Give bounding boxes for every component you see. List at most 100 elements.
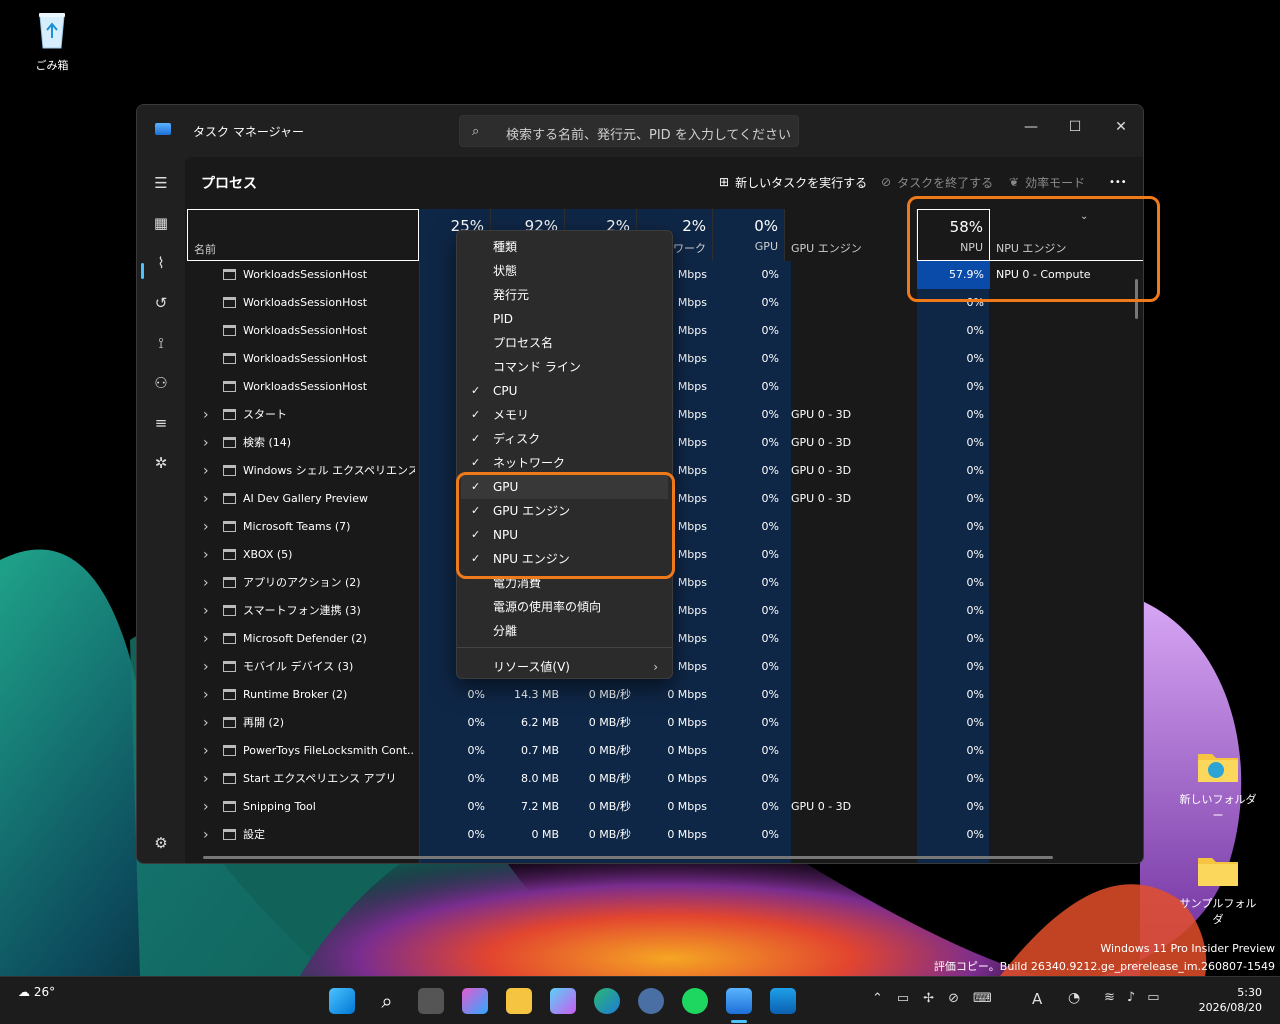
services-icon[interactable]: ✲ xyxy=(149,451,173,475)
process-icon xyxy=(223,493,236,504)
table-row[interactable]: › 設定 0% 0 MB 0 MB/秒 0 Mbps 0% 0% xyxy=(185,821,1143,849)
menu-item[interactable]: ✓ ディスク xyxy=(461,427,668,451)
process-name-cell: › Snipping Tool xyxy=(185,793,417,821)
details-icon[interactable]: ≡ xyxy=(149,411,173,435)
gpu-engine-cell xyxy=(785,261,917,289)
menu-item[interactable]: 種類 xyxy=(461,235,668,259)
watermark-line-2: 評価コピー。Build 26340.9212.ge_prerelease_im.… xyxy=(933,960,1275,973)
desktop-folder-2[interactable]: サンプルフォルダ xyxy=(1178,852,1258,927)
file-explorer-icon[interactable] xyxy=(506,988,532,1014)
npu-cell: 0% xyxy=(966,632,984,645)
menu-item[interactable]: 分離 xyxy=(461,619,668,643)
table-row[interactable]: › Start エクスペリエンス アプリ 0% 8.0 MB 0 MB/秒 0 Mbps 0… xyxy=(185,765,1143,793)
start-button-icon[interactable] xyxy=(329,988,355,1014)
menu-item-label: CPU xyxy=(493,384,518,398)
gpu-cell: 0% xyxy=(761,828,779,841)
expand-chevron-icon[interactable]: › xyxy=(203,513,209,541)
menu-item[interactable]: 発行元 xyxy=(461,283,668,307)
npu-cell: 0% xyxy=(966,800,984,813)
expand-chevron-icon[interactable]: › xyxy=(203,541,209,569)
submenu-arrow-icon: › xyxy=(653,660,658,674)
network-cell: 0 Mbps xyxy=(667,772,707,785)
disk-cell: 0 MB/秒 xyxy=(588,744,631,757)
run-new-task-button[interactable]: ⊞ 新しいタスクを実行する xyxy=(719,171,867,193)
expand-chevron-icon[interactable]: › xyxy=(203,401,209,429)
spotify-icon[interactable] xyxy=(682,988,708,1014)
minimize-button[interactable]: — xyxy=(1011,113,1051,141)
expand-chevron-icon[interactable]: › xyxy=(203,429,209,457)
npu-cell: 0% xyxy=(966,492,984,505)
expand-chevron-icon[interactable]: › xyxy=(203,457,209,485)
startup-apps-icon[interactable]: ⟟ xyxy=(149,331,173,355)
menu-item[interactable]: PID xyxy=(461,307,668,331)
expand-chevron-icon[interactable]: › xyxy=(203,597,209,625)
close-button[interactable]: ✕ xyxy=(1101,113,1141,141)
performance-icon[interactable]: ⌇ xyxy=(149,251,173,275)
expand-chevron-icon[interactable]: › xyxy=(203,793,209,821)
focus-icon[interactable]: ◔ xyxy=(1068,990,1080,1006)
title-bar[interactable]: タスク マネージャー ⌕ 検索する名前、発行元、PID を入力してください — … xyxy=(137,105,1143,157)
menu-item[interactable]: ✓ メモリ xyxy=(461,403,668,427)
m365-icon[interactable] xyxy=(462,988,488,1014)
desktop-folder-1[interactable]: 新しいフォルダー xyxy=(1178,748,1258,823)
expand-chevron-icon[interactable]: › xyxy=(203,821,209,849)
expand-chevron-icon[interactable]: › xyxy=(203,625,209,653)
processes-icon[interactable]: ▦ xyxy=(149,211,173,235)
column-header-gpu-engine[interactable]: GPU エンジン xyxy=(785,209,917,261)
task-view-icon[interactable] xyxy=(418,988,444,1014)
menu-item[interactable]: ✓ CPU xyxy=(461,379,668,403)
search-input[interactable]: ⌕ 検索する名前、発行元、PID を入力してください xyxy=(459,115,799,147)
gpu-cell: 0% xyxy=(761,436,779,449)
recycle-bin-icon[interactable]: ごみ箱 xyxy=(12,10,92,73)
ime-indicator[interactable]: A xyxy=(1032,990,1042,1008)
task-manager-app-icon xyxy=(155,123,171,135)
settings-app-icon[interactable] xyxy=(638,988,664,1014)
hamburger-menu-icon[interactable]: ☰ xyxy=(149,171,173,195)
network-volume-battery-icons[interactable]: ≋♪▭ xyxy=(1104,990,1171,1005)
gpu-header-label: GPU xyxy=(754,240,778,253)
expand-chevron-icon[interactable]: › xyxy=(203,765,209,793)
expand-chevron-icon[interactable]: › xyxy=(203,485,209,513)
menu-item[interactable]: リソース値(V) › xyxy=(461,655,668,679)
run-task-icon: ⊞ xyxy=(719,175,730,189)
table-row[interactable]: › 再開 (2) 0% 6.2 MB 0 MB/秒 0 Mbps 0% 0% xyxy=(185,709,1143,737)
menu-item[interactable]: プロセス名 xyxy=(461,331,668,355)
expand-chevron-icon[interactable]: › xyxy=(203,653,209,681)
menu-item[interactable]: 電源の使用率の傾向 xyxy=(461,595,668,619)
table-row[interactable]: › PowerToys FileLocksmith Cont... 0% 0.7 MB… xyxy=(185,737,1143,765)
end-task-button[interactable]: ⊘ タスクを終了する xyxy=(881,171,993,193)
app-history-icon[interactable]: ↺ xyxy=(149,291,173,315)
system-tray-icons[interactable]: ⌃▭✢⊘⌨ xyxy=(872,991,1006,1006)
memory-cell: 14.3 MB xyxy=(513,688,559,701)
weather-widget[interactable]: ☁ 26° xyxy=(18,985,55,999)
table-row[interactable]: › Runtime Broker (2) 0% 14.3 MB 0 MB/秒 0 Mbps… xyxy=(185,681,1143,709)
efficiency-mode-button[interactable]: ❦ 効率モード xyxy=(1009,171,1085,193)
horizontal-scrollbar[interactable] xyxy=(203,856,1053,859)
expand-chevron-icon[interactable]: › xyxy=(203,737,209,765)
process-icon xyxy=(223,633,236,644)
settings-gear-icon[interactable]: ⚙ xyxy=(149,831,173,855)
npu-engine-cell xyxy=(990,737,1140,765)
expand-chevron-icon[interactable]: › xyxy=(203,709,209,737)
users-icon[interactable]: ⚇ xyxy=(149,371,173,395)
menu-item[interactable]: コマンド ライン xyxy=(461,355,668,379)
maximize-button[interactable]: ☐ xyxy=(1055,113,1095,141)
npu-cell: 0% xyxy=(966,380,984,393)
menu-item[interactable]: 状態 xyxy=(461,259,668,283)
taskbar-search-icon[interactable]: ⌕ xyxy=(374,988,400,1014)
preview-app-icon[interactable] xyxy=(770,988,796,1014)
process-name: Microsoft Defender (2) xyxy=(243,632,367,645)
clock[interactable]: 5:30 2026/08/20 xyxy=(1199,985,1262,1015)
expand-chevron-icon[interactable]: › xyxy=(203,569,209,597)
process-name: AI Dev Gallery Preview xyxy=(243,492,369,505)
edge-icon[interactable] xyxy=(594,988,620,1014)
copilot-icon[interactable] xyxy=(550,988,576,1014)
column-header-name[interactable]: 名前 xyxy=(187,209,419,261)
expand-chevron-icon[interactable]: › xyxy=(203,681,209,709)
gpu-cell: 0% xyxy=(761,716,779,729)
table-row[interactable]: › Snipping Tool 0% 7.2 MB 0 MB/秒 0 Mbps 0% GPU … xyxy=(185,793,1143,821)
column-header-gpu[interactable]: 0% GPU xyxy=(713,209,785,261)
task-manager-taskbar-icon[interactable] xyxy=(726,988,752,1014)
process-name-cell: › Start エクスペリエンス アプリ xyxy=(185,765,417,793)
more-options-button[interactable]: ••• xyxy=(1109,171,1127,193)
